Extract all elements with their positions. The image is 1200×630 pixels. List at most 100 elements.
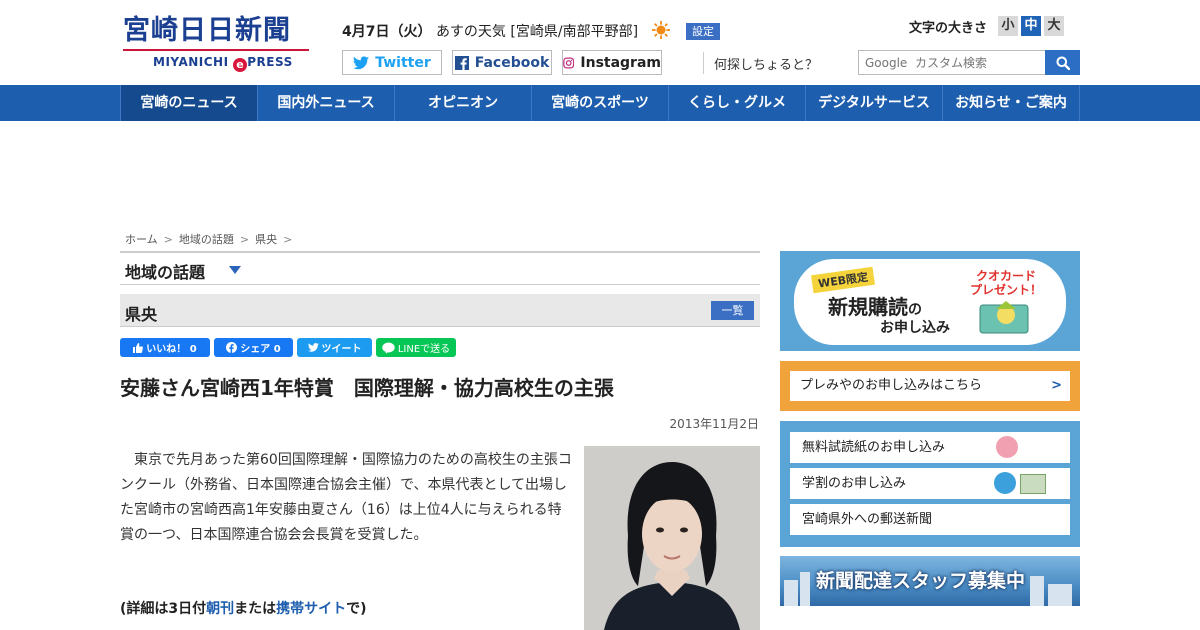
mascot-bird-icon [994, 472, 1016, 494]
facebook-icon [454, 55, 469, 70]
weather-settings-button[interactable]: 設定 [686, 23, 720, 40]
facebook-like-button[interactable]: いいね！ 0 [120, 338, 210, 357]
font-size-small-button[interactable]: 小 [998, 16, 1019, 36]
font-size-large-button[interactable]: 大 [1044, 16, 1065, 36]
main-nav: 宮崎のニュース 国内外ニュース オピニオン 宮崎のスポーツ くらし・グルメ デジ… [0, 85, 1200, 121]
facebook-icon [226, 342, 238, 353]
quo-card-text: クオカード プレゼント！ [970, 269, 1043, 297]
nav-lifestyle[interactable]: くらし・グルメ [668, 85, 805, 121]
mobile-site-link[interactable]: 携帯サイト [276, 601, 346, 617]
triangle-down-icon [229, 266, 241, 274]
search-label: 何探しちょると？ [714, 58, 819, 73]
article-date: 2013年11月2日 [669, 417, 759, 431]
mascot-icon [996, 436, 1018, 458]
breadcrumb-kenou[interactable]: 県央 [255, 231, 277, 247]
twitter-button[interactable]: Twitter [342, 50, 442, 75]
fb-share-label: シェア 0 [240, 344, 281, 355]
mail-delivery-label: 宮崎県外への郵送新聞 [802, 512, 933, 527]
nav-info[interactable]: お知らせ・ご案内 [942, 85, 1080, 121]
nav-opinion[interactable]: オピニオン [394, 85, 531, 121]
logo-e-mark: e [233, 58, 248, 72]
morning-edition-link[interactable]: 朝刊 [206, 601, 234, 617]
facebook-share-button[interactable]: シェア 0 [214, 338, 293, 357]
current-date: 4月7日（火） [342, 24, 432, 40]
recruit-text: 新聞配達スタッフ募集中 [816, 570, 1026, 592]
article-headline: 安藤さん宮崎西1年特賞 国際理解・協力高校生の主張 [120, 376, 614, 400]
nav-miyazaki-news[interactable]: 宮崎のニュース [120, 85, 257, 121]
premium-signup-banner[interactable]: プレみやのお申し込みはこちら > [780, 361, 1080, 411]
banner-main-text: 新規購読の [828, 291, 922, 320]
chevron-right-icon: > [283, 232, 293, 246]
chevron-right-icon: > [1051, 378, 1062, 393]
font-size-label: 文字の大きさ [909, 20, 988, 36]
search-button[interactable] [1045, 50, 1080, 75]
instagram-label: Instagram [580, 54, 661, 71]
detail-suffix: で) [346, 601, 367, 617]
banner-sub-text: お申し込み [880, 320, 950, 336]
site-header: 宮崎日日新聞 MIYANICHI e PRESS 4月7日（火） あすの天気 [宮… [0, 0, 1200, 85]
line-icon [382, 342, 395, 353]
category-list-button[interactable]: 一覧 [711, 301, 754, 320]
search-divider [703, 52, 704, 74]
premium-signup-link[interactable]: プレみやのお申し込みはこちら > [790, 371, 1070, 401]
banner-main: 新規購読 [828, 295, 908, 319]
facebook-button[interactable]: Facebook [452, 50, 552, 75]
recruit-banner[interactable]: 新聞配達スタッフ募集中 [780, 556, 1080, 606]
logo-title: 宮崎日日新聞 [123, 15, 291, 46]
detail-prefix: (詳細は3日付 [120, 601, 207, 617]
logo-sub-right: PRESS [247, 55, 293, 69]
subscription-banner[interactable]: WEB限定 新規購読の お申し込み クオカード プレゼント！ [780, 251, 1080, 351]
site-logo[interactable]: 宮崎日日新聞 MIYANICHI e PRESS [123, 14, 313, 74]
quo-card-icon [979, 301, 1029, 334]
breadcrumb-topics[interactable]: 地域の話題 [179, 231, 234, 247]
date-weather: 4月7日（火） あすの天気 [宮崎県/南部平野部] [342, 21, 638, 41]
school-building-icon [1020, 474, 1046, 494]
nav-sports[interactable]: 宮崎のスポーツ [531, 85, 668, 121]
like-label: いいね！ 0 [146, 344, 197, 355]
search-input[interactable] [858, 50, 1046, 75]
building-graphic [800, 572, 810, 606]
weather-text: あすの天気 [宮崎県/南部平野部] [435, 24, 639, 40]
building-graphic [784, 580, 798, 606]
article-detail-note: (詳細は3日付朝刊または携帯サイトで) [120, 598, 367, 618]
building-graphic [1030, 576, 1044, 606]
banner-no: の [908, 302, 922, 318]
tweet-button[interactable]: ツイート [297, 338, 372, 357]
free-trial-link[interactable]: 無料試読紙のお申し込み [790, 432, 1070, 463]
line-share-button[interactable]: LINEで送る [376, 338, 456, 357]
student-discount-label: 学割のお申し込み [802, 476, 907, 491]
breadcrumb: ホーム > 地域の話題 > 県央 > [125, 231, 292, 247]
instagram-icon [563, 56, 575, 69]
nav-national-news[interactable]: 国内外ニュース [257, 85, 394, 121]
logo-sub-left: MIYANICHI [153, 55, 229, 69]
nav-digital[interactable]: デジタルサービス [805, 85, 942, 121]
category-bar: 県央 一覧 [120, 294, 760, 327]
twitter-icon [307, 343, 319, 352]
font-size-control: 文字の大きさ 小 中 大 [909, 16, 1065, 36]
sun-icon [652, 21, 670, 39]
building-graphic [1048, 584, 1072, 606]
detail-mid: または [234, 601, 277, 617]
twitter-label: Twitter [375, 54, 431, 71]
font-size-medium-button[interactable]: 中 [1021, 16, 1042, 36]
thumbs-up-icon [133, 342, 144, 353]
section-header[interactable]: 地域の話題 [120, 251, 760, 285]
chevron-right-icon: > [163, 232, 173, 246]
twitter-icon [353, 55, 370, 69]
search-icon [1056, 56, 1070, 70]
student-discount-link[interactable]: 学割のお申し込み [790, 468, 1070, 499]
article-body: 東京で先月あった第60回国際理解・国際協力のための高校生の主張コンクール（外務省… [120, 452, 572, 543]
mail-delivery-link[interactable]: 宮崎県外への郵送新聞 [790, 504, 1070, 535]
logo-underline [123, 49, 309, 51]
logo-subtitle: MIYANICHI e PRESS [123, 55, 313, 72]
article-photo [584, 446, 760, 630]
facebook-label: Facebook [474, 54, 550, 71]
section-title: 地域の話題 [125, 263, 206, 282]
line-label: LINEで送る [397, 344, 451, 355]
tweet-label: ツイート [321, 344, 362, 355]
category-title: 県央 [125, 305, 158, 324]
sidebar-links: 無料試読紙のお申し込み 学割のお申し込み 宮崎県外への郵送新聞 [780, 421, 1080, 547]
breadcrumb-home[interactable]: ホーム [125, 231, 158, 247]
free-trial-label: 無料試読紙のお申し込み [802, 440, 946, 455]
instagram-button[interactable]: Instagram [562, 50, 662, 75]
